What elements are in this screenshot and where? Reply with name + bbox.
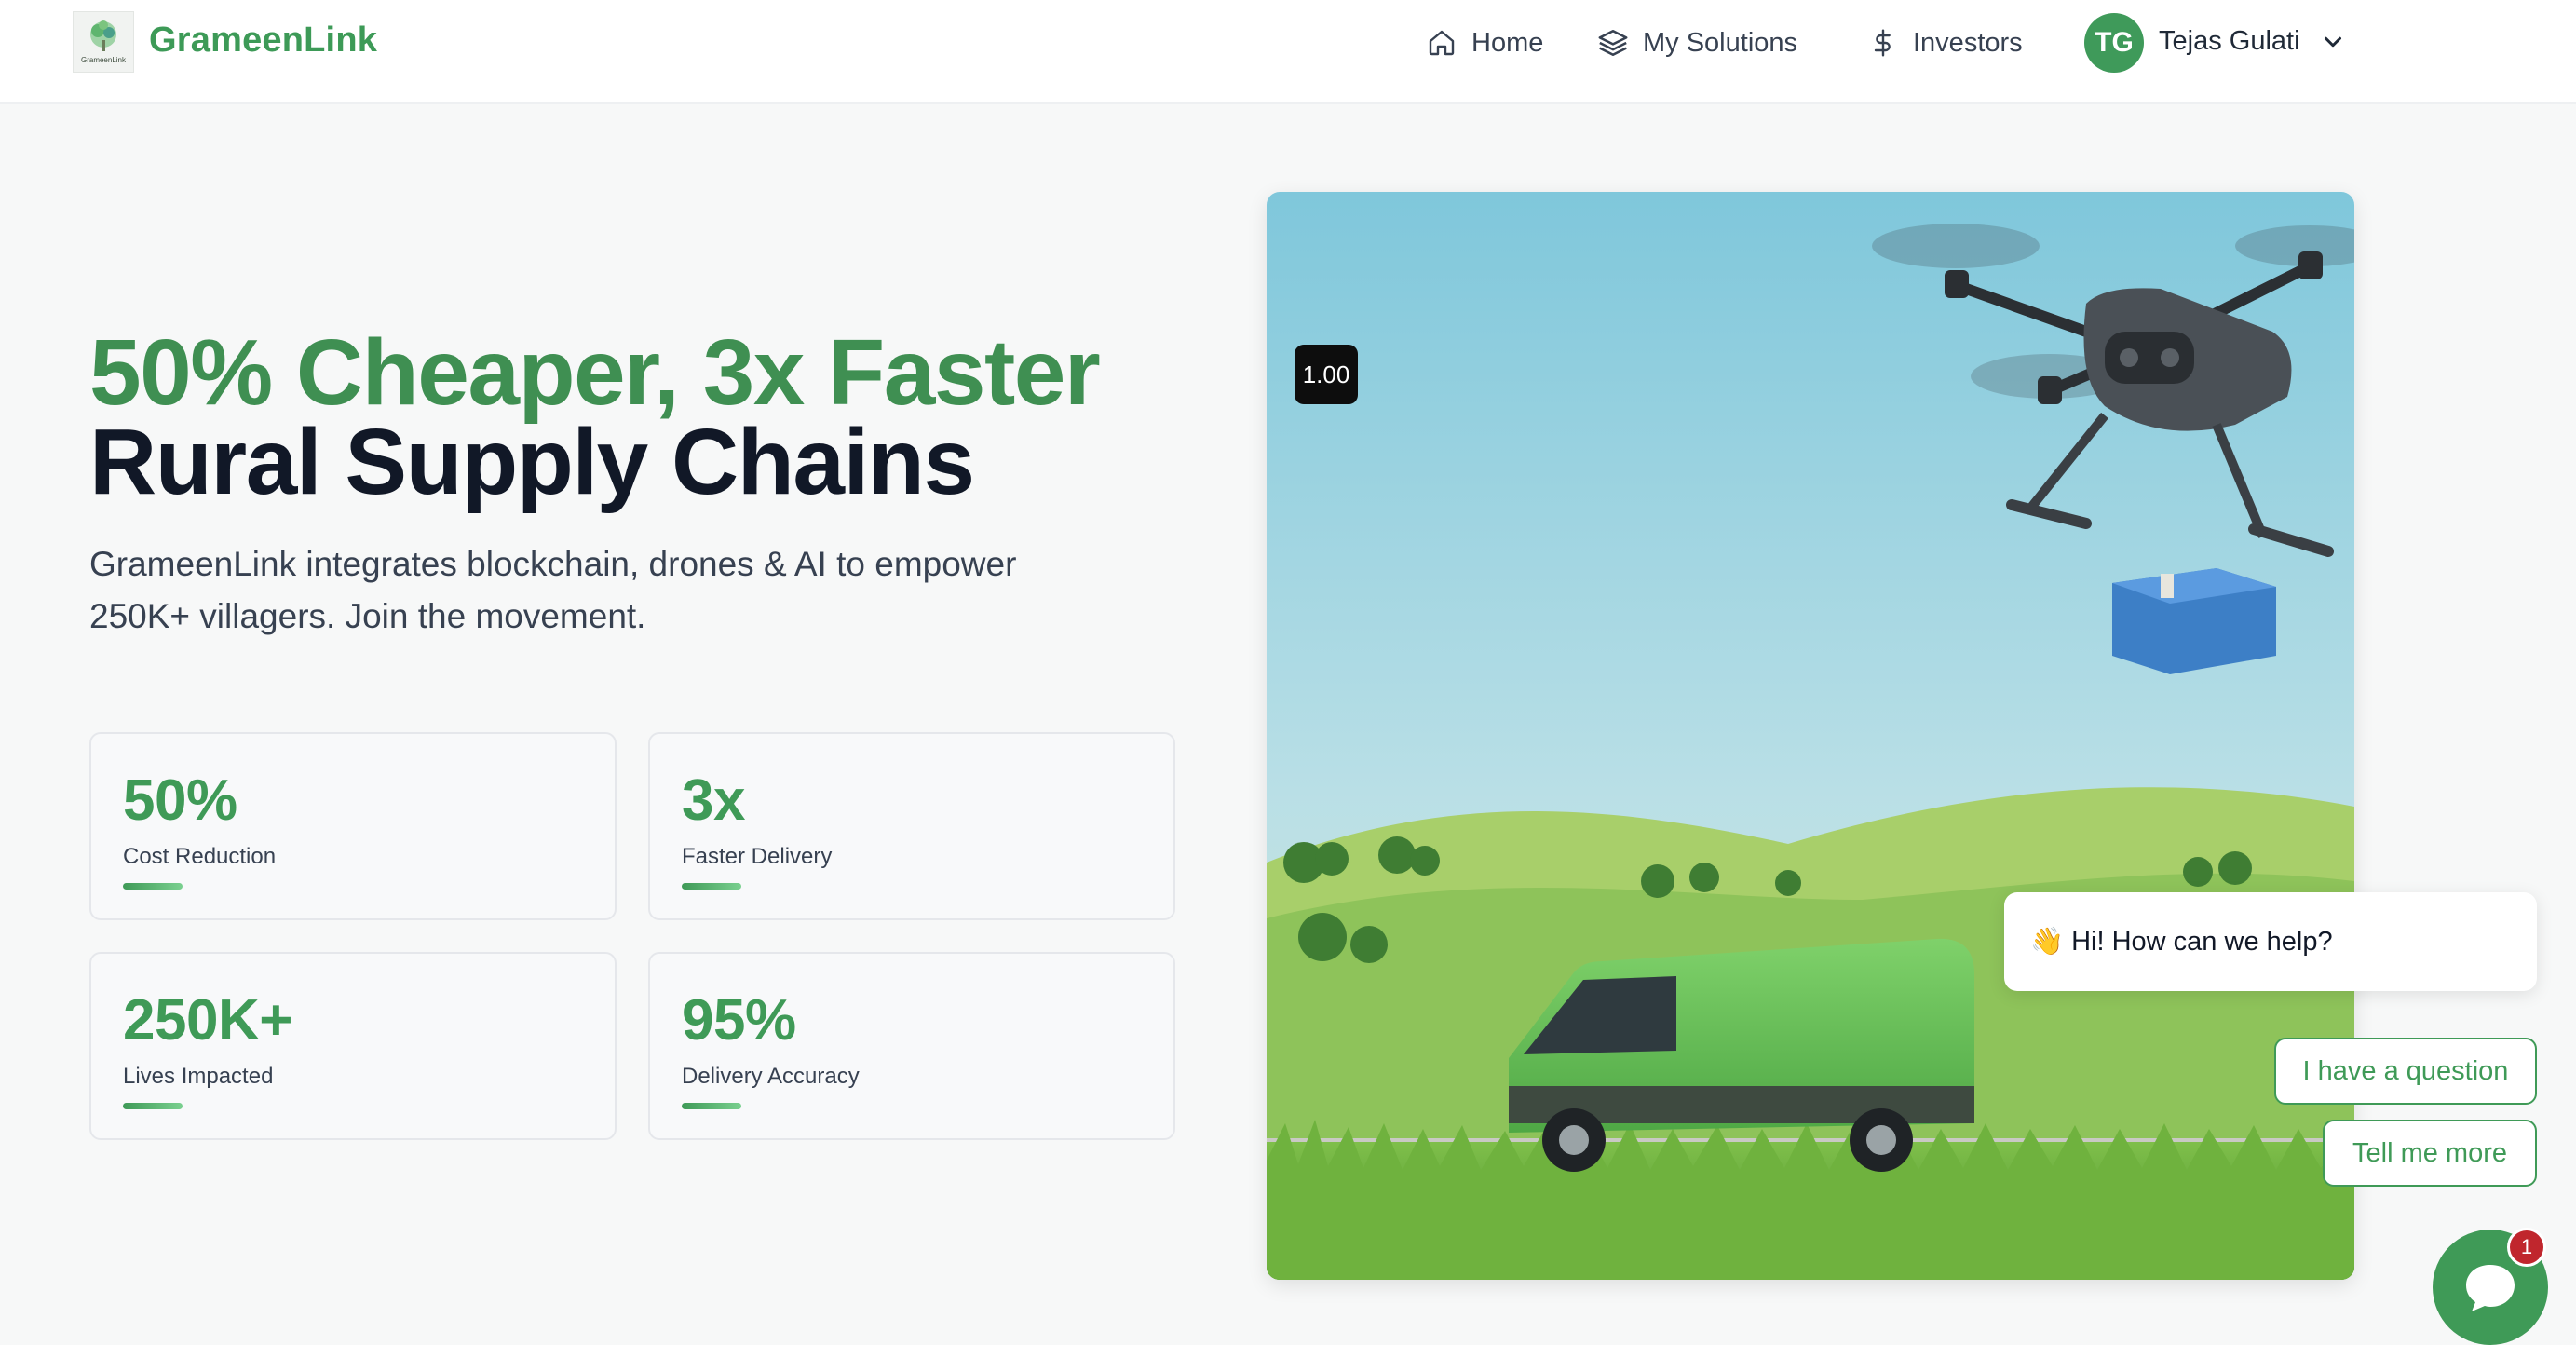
hero-subtitle: GrameenLink integrates blockchain, drone… <box>89 545 1017 635</box>
chevron-down-icon[interactable] <box>2319 28 2347 56</box>
hero-image <box>1267 192 2354 1280</box>
stat-accent-bar <box>123 883 183 890</box>
stat-value: 95% <box>682 988 796 1053</box>
stat-accent-bar <box>682 883 741 890</box>
tree-logo-icon: GrameenLink <box>81 20 127 64</box>
layers-icon <box>1596 26 1630 60</box>
chat-unread-badge: 1 <box>2507 1228 2546 1267</box>
stat-value: 250K+ <box>123 988 292 1053</box>
nav-home[interactable]: Home <box>1425 20 1543 65</box>
stat-label: Delivery Accuracy <box>682 1064 860 1089</box>
stat-card-lives: 250K+ Lives Impacted <box>89 952 617 1140</box>
stat-label: Cost Reduction <box>123 844 277 869</box>
waving-hand-icon: 👋 <box>2030 927 2065 957</box>
chat-greeting-bubble: 👋 Hi! How can we help? <box>2004 892 2537 991</box>
hero-title: 50% Cheaper, 3x Faster Rural Supply Chai… <box>89 320 1101 514</box>
brand-logo[interactable]: GrameenLink <box>73 11 134 73</box>
nav-investors[interactable]: Investors <box>1866 20 2023 65</box>
nav-investors-label: Investors <box>1913 27 2023 58</box>
user-name[interactable]: Tejas Gulati <box>2159 26 2300 57</box>
nav-my-solutions[interactable]: My Solutions <box>1596 20 1797 65</box>
stat-accent-bar <box>682 1103 741 1109</box>
navbar: GrameenLink GrameenLink Home My Solution… <box>0 0 2576 104</box>
user-avatar[interactable]: TG <box>2084 13 2144 73</box>
chat-option-tell-more[interactable]: Tell me more <box>2323 1120 2537 1187</box>
nav-home-label: Home <box>1471 27 1544 58</box>
home-icon <box>1425 26 1458 60</box>
stat-card-speed: 3x Faster Delivery <box>648 732 1175 920</box>
stat-card-accuracy: 95% Delivery Accuracy <box>648 952 1175 1140</box>
svg-text:GrameenLink: GrameenLink <box>81 56 127 64</box>
chat-option-question[interactable]: I have a question <box>2274 1038 2537 1105</box>
brand-name[interactable]: GrameenLink <box>149 20 377 61</box>
stat-accent-bar <box>123 1103 183 1109</box>
stat-value: 50% <box>123 768 237 833</box>
zoom-badge: 1.00 <box>1295 345 1358 404</box>
stat-value: 3x <box>682 768 745 833</box>
drone-delivery-illustration <box>1267 192 2354 1280</box>
dollar-icon <box>1866 26 1900 60</box>
stat-label: Faster Delivery <box>682 844 833 869</box>
nav-my-solutions-label: My Solutions <box>1643 27 1798 58</box>
hero-title-line2: Rural Supply Chains <box>89 410 975 514</box>
chat-greeting-text: Hi! How can we help? <box>2071 926 2333 957</box>
chat-icon <box>2466 1265 2515 1311</box>
stat-card-cost: 50% Cost Reduction <box>89 732 617 920</box>
hero-title-line1: 50% Cheaper, 3x Faster <box>89 320 1101 425</box>
stat-label: Lives Impacted <box>123 1064 274 1089</box>
